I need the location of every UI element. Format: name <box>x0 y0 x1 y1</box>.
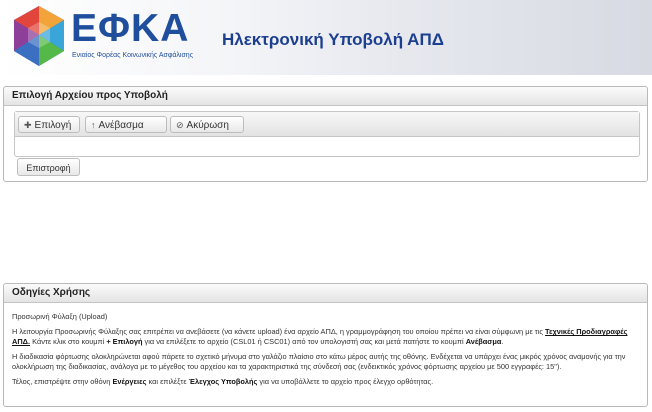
help-paragraph-3: Τέλος, επιστρέψτε στην οθόνη Ενέργειες κ… <box>12 377 639 386</box>
plus-icon: ✚ <box>24 120 32 130</box>
help-text-span: για να επιλέξετε το αρχείο (CSL01 ή CSC0… <box>142 336 466 346</box>
cancel-circle-icon: ⊘ <box>176 120 184 130</box>
help-text: Προσωρινή Φύλαξη (Upload) Η λειτουργία Π… <box>4 303 647 386</box>
submission-check-keyword: Έλεγχος Υποβολής <box>188 377 258 387</box>
help-text-span: Κάντε κλικ στο κουμπί <box>30 336 107 346</box>
upload-panel-title: Επιλογή Αρχείου προς Υποβολή <box>4 87 647 106</box>
choose-file-label: Επιλογή <box>34 120 72 131</box>
file-upload-widget: ✚ Επιλογή ↑ Ανέβασμα ⊘ Ακύρωση <box>14 111 640 157</box>
file-list-area[interactable] <box>15 137 639 158</box>
upload-panel: Επιλογή Αρχείου προς Υποβολή ✚ Επιλογή ↑ Α… <box>3 86 648 182</box>
help-paragraph-2: Η διαδικασία φόρτωσης ολοκληρώνεται αφού… <box>12 352 626 371</box>
upload-arrow-icon: ↑ <box>91 120 96 130</box>
help-paragraph-1: Η λειτουργία Προσωρινής Φύλαξης σας επιτ… <box>12 327 639 346</box>
help-panel-title: Οδηγίες Χρήσης <box>4 284 647 303</box>
upload-button[interactable]: ↑ Ανέβασμα <box>85 116 167 133</box>
help-text-span: . <box>501 336 504 346</box>
upload-label: Ανέβασμα <box>98 120 144 131</box>
file-upload-toolbar: ✚ Επιλογή ↑ Ανέβασμα ⊘ Ακύρωση <box>15 112 639 137</box>
choose-file-button[interactable]: ✚ Επιλογή <box>18 116 80 133</box>
upload-keyword: Ανέβασμα <box>465 336 502 346</box>
help-text-span: και επιλέξτε <box>146 377 189 387</box>
page-header: ΕΦΚΑ Ενιαίος Φορέας Κοινωνικής Ασφάλισης… <box>0 0 652 75</box>
logo-subtitle: Ενιαίος Φορέας Κοινωνικής Ασφάλισης <box>72 52 194 59</box>
choose-keyword: + Επιλογή <box>106 336 143 346</box>
help-heading: Προσωρινή Φύλαξη (Upload) <box>12 312 108 321</box>
back-button[interactable]: Επιστροφή <box>17 158 80 176</box>
cancel-label: Ακύρωση <box>186 120 229 131</box>
efka-logo-icon <box>14 6 64 66</box>
help-text-span: Τέλος, επιστρέψτε στην οθόνη <box>12 377 113 387</box>
page-title: Ηλεκτρονική Υποβολή ΑΠΔ <box>222 30 444 49</box>
actions-keyword: Ενέργειες <box>112 377 147 387</box>
help-panel: Οδηγίες Χρήσης Προσωρινή Φύλαξη (Upload)… <box>3 283 648 407</box>
help-text-span: για να υποβάλλετε το αρχείο προς έλεγχο … <box>257 377 434 387</box>
logo-text: ΕΦΚΑ <box>71 7 190 50</box>
help-text-span: Η λειτουργία Προσωρινής Φύλαξης σας επιτ… <box>12 327 545 337</box>
cancel-button[interactable]: ⊘ Ακύρωση <box>170 116 244 133</box>
